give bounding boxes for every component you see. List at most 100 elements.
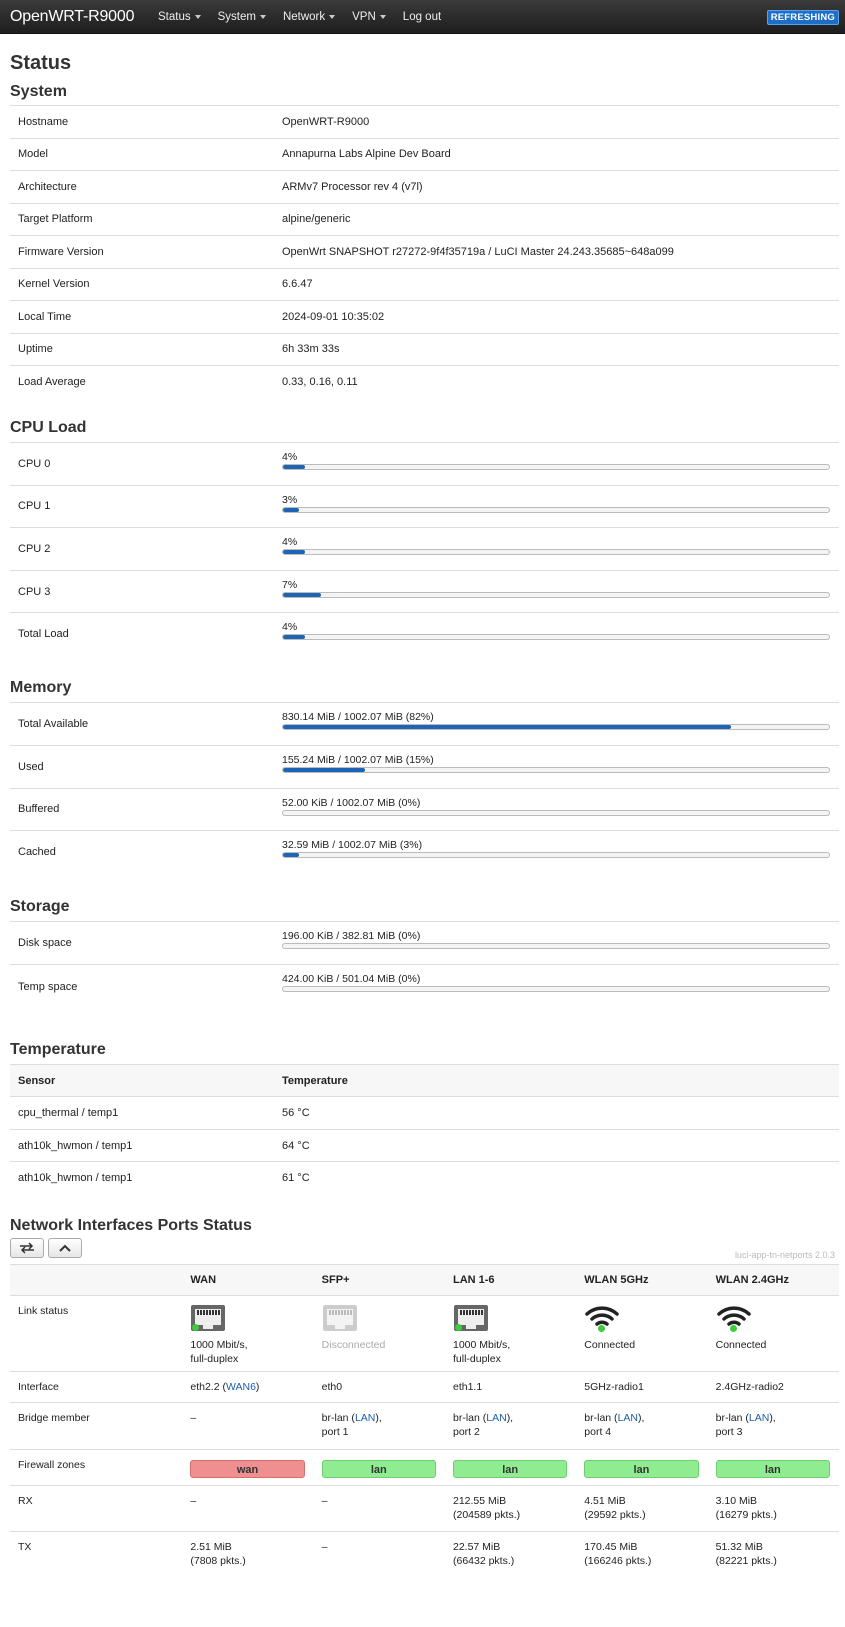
page-title: Status [10, 52, 72, 74]
progress-cell: 4% [274, 612, 839, 656]
progress-fill [283, 465, 305, 469]
swap-layout-button[interactable] [10, 1238, 44, 1259]
interface-cell: eth1.1 [444, 1371, 577, 1403]
bridge-text: br-lan ( [584, 1412, 618, 1425]
menu-status[interactable]: Status [158, 11, 201, 23]
table-row: Target Platform alpine/generic [10, 202, 839, 236]
rx-bytes: – [321, 1495, 328, 1508]
wifi-icon [716, 1303, 752, 1333]
progress-bar [282, 634, 830, 641]
progress-bar [282, 767, 830, 774]
progress-bar [282, 549, 830, 556]
cpu-table: CPU 0 4% CPU 1 3% CPU 2 4% CPU 3 7% Total Load 4% [10, 442, 839, 656]
section-title-temperature: Temperature [10, 1040, 106, 1058]
menu-network[interactable]: Network [282, 10, 336, 23]
progress-fill [283, 507, 300, 512]
row-label: Total Available [10, 702, 274, 746]
table-row: Uptime 6h 33m 33s [10, 332, 839, 366]
firewall-zone-badge[interactable]: lan [584, 1460, 699, 1479]
interface-name: 2.4GHz-radio2 [715, 1381, 784, 1394]
column-header-port: WAN [182, 1264, 314, 1296]
table-header-row: WAN SFP+ LAN 1-6 WLAN 5GHz WLAN 2.4GHz [10, 1264, 839, 1296]
bridge-cell: br-lan (LAN), port 3 [707, 1402, 839, 1450]
link-duplex-text: full-duplex [190, 1353, 239, 1366]
progress-bar [282, 852, 830, 859]
progress-fill [283, 635, 305, 640]
sensor-temp: 61 °C [274, 1161, 839, 1195]
bridge-text: br-lan ( [715, 1412, 749, 1425]
bridge-link[interactable]: LAN [618, 1412, 638, 1424]
progress-cell: 3% [274, 484, 839, 528]
rx-bytes: 4.51 MiB [584, 1495, 626, 1508]
interface-link[interactable]: WAN6 [226, 1381, 256, 1393]
progress-text: 4% [282, 621, 298, 634]
temperature-table: Sensor Temperature cpu_thermal / temp1 56… [10, 1063, 839, 1195]
bridge-cell: – [182, 1402, 314, 1450]
row-label: Bridge member [10, 1402, 183, 1450]
firewall-zone-badge[interactable]: lan [321, 1460, 436, 1479]
row-label: Temp space [10, 964, 274, 1008]
link-status-text: Connected [584, 1339, 636, 1352]
tx-cell: 22.57 MiB (66432 pkts.) [444, 1531, 577, 1578]
bridge-link[interactable]: LAN [486, 1412, 506, 1424]
menu-logout[interactable]: Log out [403, 11, 441, 23]
bridge-port: port 2 [452, 1426, 480, 1439]
tx-cell: – [313, 1531, 445, 1578]
bridge-text-end: ), [506, 1412, 514, 1425]
brand-title[interactable]: OpenWRT-R9000 [0, 8, 158, 26]
firewall-zone-badge[interactable]: lan [715, 1460, 830, 1479]
table-row: Local Time 2024-09-01 10:35:02 [10, 300, 839, 333]
row-label: Disk space [10, 921, 274, 965]
rx-packets: (16279 pkts.) [715, 1509, 777, 1522]
refreshing-badge[interactable]: REFRESHING [766, 10, 839, 25]
progress-fill [283, 550, 305, 555]
bridge-link[interactable]: LAN [749, 1412, 769, 1424]
table-row: CPU 3 7% [10, 569, 839, 613]
progress-text: 52.00 KiB / 1002.07 MiB (0%) [282, 796, 421, 809]
link-status-text: Connected [715, 1339, 767, 1352]
table-row: ath10k_hwmon / temp1 64 °C [10, 1128, 839, 1162]
sensor-name: cpu_thermal / temp1 [10, 1096, 274, 1130]
tx-packets: (82221 pkts.) [715, 1555, 777, 1568]
link-duplex-text: full-duplex [452, 1353, 501, 1366]
row-label: Used [10, 745, 274, 789]
top-navbar: OpenWRT-R9000 Status System Network VPN … [0, 0, 845, 34]
menu-label: Network [282, 10, 326, 23]
interface-suffix: ) [255, 1381, 260, 1394]
progress-cell: 196.00 KiB / 382.81 MiB (0%) [274, 921, 839, 965]
menu-system[interactable]: System [218, 11, 266, 23]
interface-name: eth0 [321, 1381, 343, 1394]
rx-cell: – [182, 1485, 314, 1532]
row-label: Total Load [10, 612, 274, 656]
progress-bar [282, 464, 830, 470]
table-header-row: Sensor Temperature [10, 1063, 839, 1097]
bridge-link[interactable]: LAN [355, 1412, 375, 1424]
firewall-zone-badge[interactable]: lan [452, 1460, 568, 1479]
sensor-name: ath10k_hwmon / temp1 [10, 1161, 274, 1195]
collapse-button[interactable] [48, 1238, 83, 1259]
rx-packets: (29592 pkts.) [584, 1509, 646, 1522]
menu-vpn[interactable]: VPN [352, 11, 386, 23]
row-label: CPU 0 [10, 442, 274, 486]
progress-cell: 4% [274, 527, 839, 571]
firewall-cell: lan [313, 1449, 445, 1486]
main-menu: Status System Network VPN Log out [158, 11, 458, 23]
table-row: CPU 1 3% [10, 484, 839, 528]
table-row: Total Load 4% [10, 612, 839, 656]
tx-cell: 170.45 MiB (166246 pkts.) [576, 1531, 708, 1578]
table-row: Model Annapurna Labs Alpine Dev Board [10, 137, 839, 171]
menu-label: Status [158, 10, 191, 23]
table-row: Cached 32.59 MiB / 1002.07 MiB (3%) [10, 830, 839, 874]
table-row: ath10k_hwmon / temp1 61 °C [10, 1161, 839, 1195]
row-label: Link status [10, 1295, 183, 1372]
progress-fill [283, 853, 300, 858]
link-up-indicator [729, 1325, 737, 1333]
tx-cell: 51.32 MiB (82221 pkts.) [707, 1531, 839, 1578]
column-header-sensor: Sensor [10, 1063, 274, 1097]
chevron-down-icon [379, 15, 386, 19]
table-row: Bridge member – br-lan (LAN), port 1 br-lan … [10, 1402, 839, 1450]
row-label: Buffered [10, 787, 274, 831]
sensor-name: ath10k_hwmon / temp1 [10, 1128, 274, 1162]
section-title-system: System [10, 83, 67, 100]
firewall-zone-badge[interactable]: wan [190, 1460, 305, 1479]
